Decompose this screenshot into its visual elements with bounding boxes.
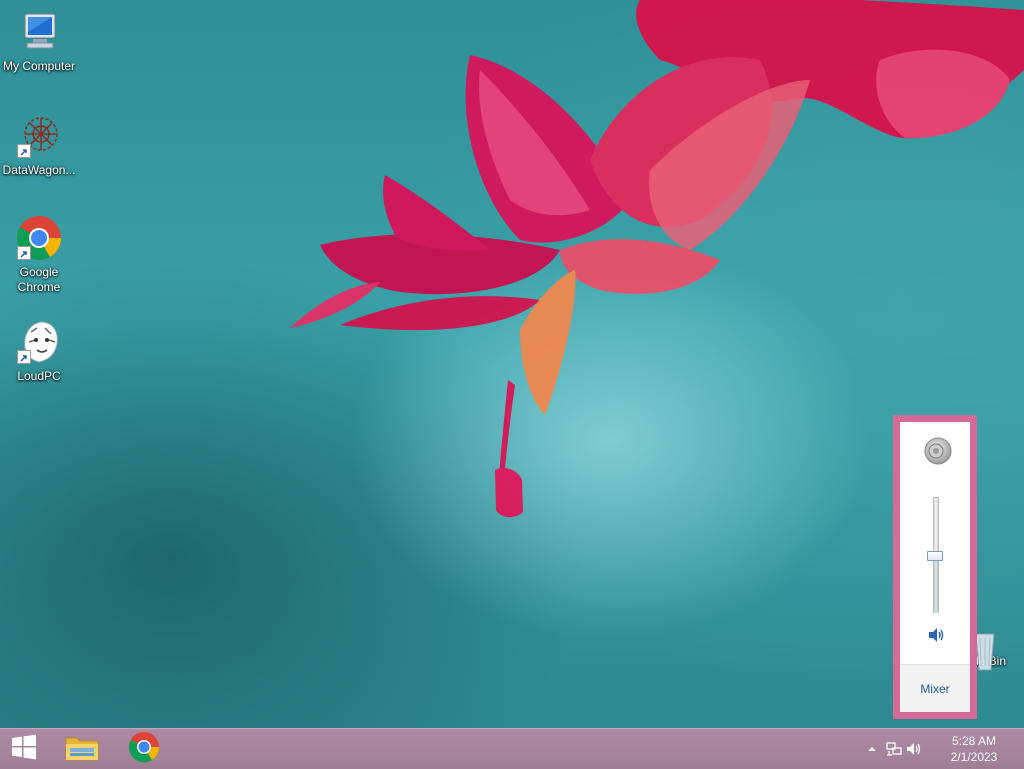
desktop: My Computer DataWagon... Google Chrome L… xyxy=(0,0,1024,728)
speaker-volume-icon[interactable] xyxy=(927,627,945,643)
taskbar-clock[interactable]: 5:28 AM 2/1/2023 xyxy=(946,733,1002,765)
volume-flyout-footer: Mixer xyxy=(900,664,970,712)
desktop-icon-label: LoudPC xyxy=(17,369,61,383)
datawagon-icon xyxy=(15,112,63,160)
file-explorer-icon xyxy=(65,732,99,767)
network-icon[interactable] xyxy=(886,741,902,757)
clock-time: 5:28 AM xyxy=(951,734,997,748)
chrome-icon xyxy=(15,214,63,262)
desktop-icon-google-chrome[interactable]: Google Chrome xyxy=(0,214,78,295)
desktop-icon-label: My Computer xyxy=(2,59,76,73)
desktop-icon-label: DataWagon... xyxy=(2,163,76,177)
computer-icon xyxy=(15,8,63,56)
desktop-icon-datawagon[interactable]: DataWagon... xyxy=(0,112,78,178)
desktop-icon-my-computer[interactable]: My Computer xyxy=(0,8,78,74)
speaker-device-icon[interactable] xyxy=(923,435,953,467)
start-button[interactable] xyxy=(0,729,48,769)
shortcut-arrow-icon xyxy=(17,144,31,158)
desktop-icon-label: Google Chrome xyxy=(17,265,61,294)
windows-logo-icon xyxy=(11,734,37,765)
volume-slider-level xyxy=(933,556,939,613)
volume-slider-thumb[interactable] xyxy=(927,551,943,562)
taskbar: 5:28 AM 2/1/2023 xyxy=(0,728,1024,769)
mixer-link[interactable]: Mixer xyxy=(920,682,949,696)
shortcut-arrow-icon xyxy=(17,246,31,260)
desktop-icon-loudpc[interactable]: LoudPC xyxy=(0,318,78,384)
wallpaper-flower xyxy=(290,0,1024,518)
loudpc-icon xyxy=(15,318,63,366)
volume-icon[interactable] xyxy=(906,741,922,757)
shortcut-arrow-icon xyxy=(17,350,31,364)
system-tray: 5:28 AM 2/1/2023 xyxy=(864,729,1024,769)
volume-flyout-panel: Mixer xyxy=(900,422,970,712)
show-hidden-icons-chevron[interactable] xyxy=(864,741,880,757)
clock-date: 2/1/2023 xyxy=(950,750,998,764)
volume-flyout: Mixer xyxy=(893,415,977,719)
taskbar-chrome[interactable] xyxy=(116,729,172,769)
taskbar-file-explorer[interactable] xyxy=(54,729,110,769)
chrome-icon xyxy=(128,731,160,768)
